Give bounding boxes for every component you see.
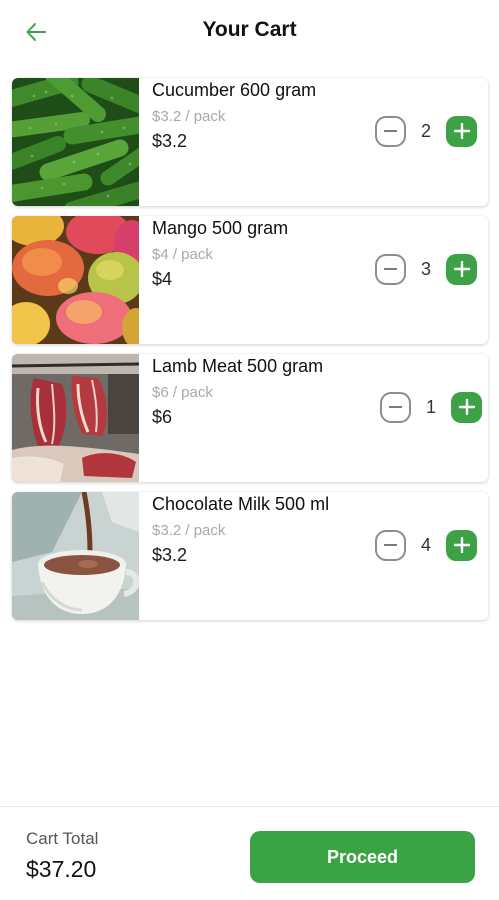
proceed-button[interactable]: Proceed xyxy=(250,831,475,883)
cart-total-label: Cart Total xyxy=(26,829,99,848)
cart-item-lamb-meat: Lamb Meat 500 gram $6 / pack $6 1 xyxy=(12,354,488,482)
minus-icon xyxy=(389,406,402,408)
cart-item-mango: Mango 500 gram $4 / pack $4 3 xyxy=(12,216,488,344)
page-title: Your Cart xyxy=(202,18,297,41)
quantity-stepper: 4 xyxy=(375,529,477,561)
decrease-quantity-button[interactable] xyxy=(375,115,406,147)
quantity-value: 1 xyxy=(425,396,436,417)
product-image-lamb-meat xyxy=(12,354,139,482)
product-image-chocolate-milk xyxy=(12,492,139,620)
item-price: $6 xyxy=(152,407,173,427)
item-price: $3.2 xyxy=(152,545,188,565)
decrease-quantity-button[interactable] xyxy=(380,391,411,423)
plus-icon xyxy=(453,261,470,277)
plus-icon xyxy=(458,399,475,415)
minus-icon xyxy=(384,130,397,132)
decrease-quantity-button[interactable] xyxy=(375,253,406,285)
item-name: Cucumber 600 gram xyxy=(152,80,317,100)
item-name: Mango 500 gram xyxy=(152,218,289,238)
quantity-value: 4 xyxy=(420,534,431,555)
item-name: Chocolate Milk 500 ml xyxy=(152,494,330,514)
quantity-stepper: 3 xyxy=(375,253,477,285)
increase-quantity-button[interactable] xyxy=(446,253,477,285)
cart-list: Cucumber 600 gram $3.2 / pack $3.2 2 Man… xyxy=(12,78,488,630)
increase-quantity-button[interactable] xyxy=(451,391,482,423)
decrease-quantity-button[interactable] xyxy=(375,529,406,561)
increase-quantity-button[interactable] xyxy=(446,529,477,561)
plus-icon xyxy=(453,123,470,139)
cart-total-value: $37.20 xyxy=(26,856,97,882)
item-price: $4 xyxy=(152,269,173,289)
product-image-cucumber xyxy=(12,78,139,206)
quantity-value: 3 xyxy=(420,258,431,279)
plus-icon xyxy=(453,537,470,553)
quantity-stepper: 1 xyxy=(380,391,482,423)
item-unit-price: $3.2 / pack xyxy=(152,522,226,539)
minus-icon xyxy=(384,544,397,546)
quantity-value: 2 xyxy=(420,120,431,141)
app-header: Your Cart xyxy=(0,0,499,64)
increase-quantity-button[interactable] xyxy=(446,115,477,147)
cart-item-cucumber: Cucumber 600 gram $3.2 / pack $3.2 2 xyxy=(12,78,488,206)
item-unit-price: $6 / pack xyxy=(152,384,213,401)
quantity-stepper: 2 xyxy=(375,115,477,147)
item-price: $3.2 xyxy=(152,131,188,151)
minus-icon xyxy=(384,268,397,270)
item-name: Lamb Meat 500 gram xyxy=(152,356,324,376)
item-unit-price: $3.2 / pack xyxy=(152,108,226,125)
cart-item-chocolate-milk: Chocolate Milk 500 ml $3.2 / pack $3.2 4 xyxy=(12,492,488,620)
product-image-mango xyxy=(12,216,139,344)
cart-footer: Cart Total $37.20 Proceed xyxy=(0,806,499,900)
item-unit-price: $4 / pack xyxy=(152,246,213,263)
